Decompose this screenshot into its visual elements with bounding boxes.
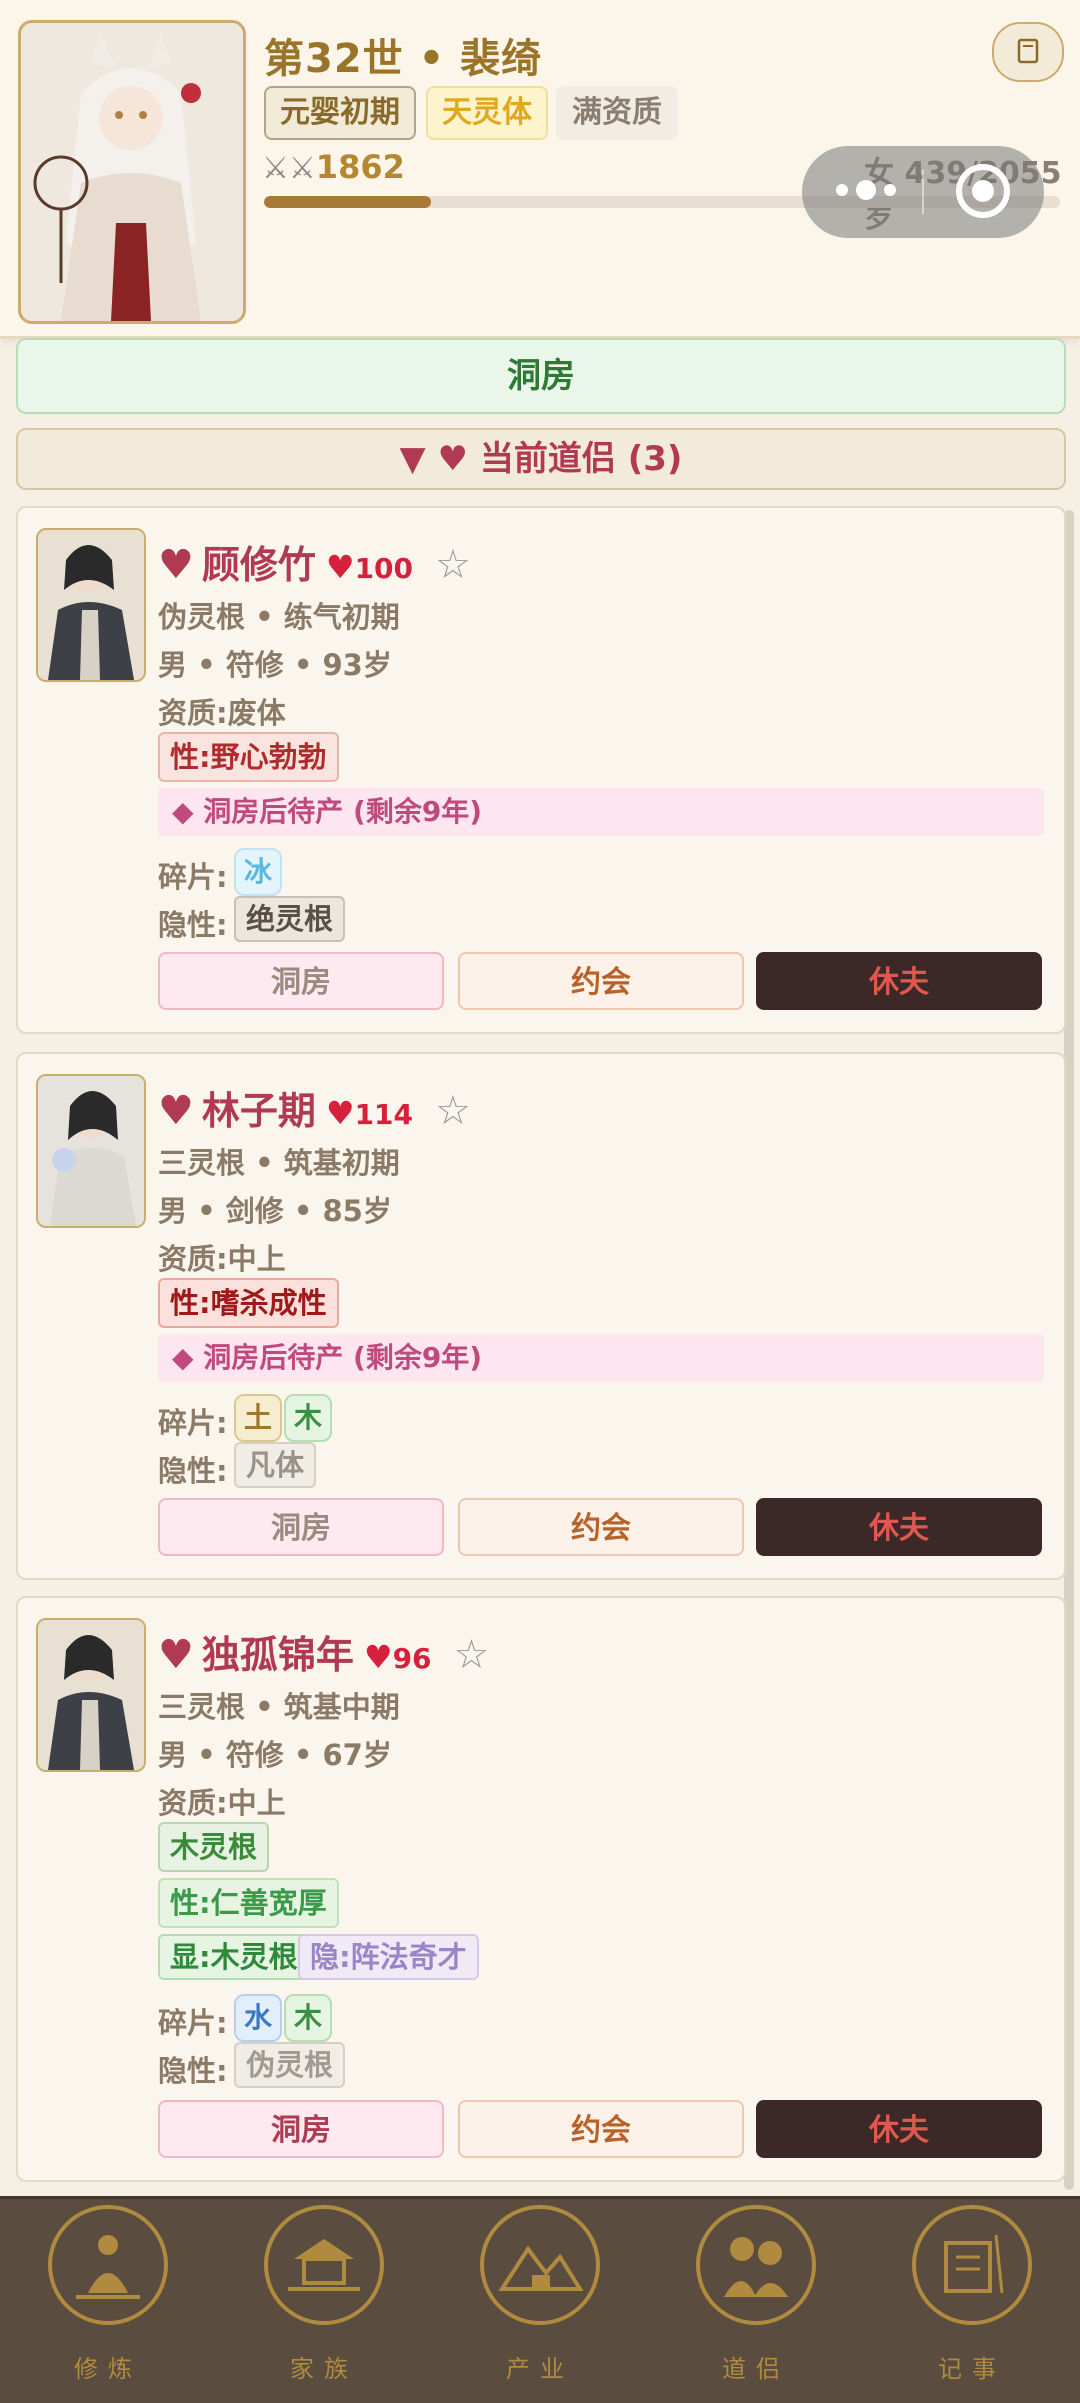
nav-label: 修炼 [74, 2355, 142, 2383]
mountain-icon [480, 2205, 600, 2325]
chamber-button[interactable]: 洞房 [158, 952, 444, 1010]
favorite-star-icon[interactable]: ☆ [435, 542, 471, 588]
chamber-button[interactable]: 洞房 [158, 1498, 444, 1556]
personality-tag: 性:嗜杀成性 [158, 1278, 339, 1328]
collapse-arrow-icon: ▼ [399, 439, 426, 479]
partner-card: ♥ 顾修竹 ♥100 ☆ 伪灵根 • 练气初期 男 • 符修 • 93岁 资质:废体 … [16, 506, 1066, 1034]
root-realm: 三灵根 • 筑基初期 [158, 1146, 400, 1180]
affection-heart-icon: ♥ [325, 548, 355, 586]
hidden-trait: 凡体 [234, 1442, 317, 1488]
power-value: 1862 [315, 148, 405, 186]
body-type-badge: 天灵体 [426, 86, 548, 140]
fragment-wood: 木 [284, 1394, 332, 1442]
affection-value: 114 [354, 1098, 414, 1131]
aptitude: 资质:废体 [158, 696, 286, 730]
nav-item-partners[interactable]: 道侣 [648, 2199, 864, 2403]
pregnancy-status: ◆ 洞房后待产 (剩余9年) [158, 788, 1044, 836]
partners-section-toggle[interactable]: ▼ ♥ 当前道侣 (3) [16, 428, 1066, 490]
partner-name: 独孤锦年 [201, 1633, 354, 1677]
favorite-star-icon[interactable]: ☆ [435, 1088, 471, 1134]
affection-value: 96 [392, 1642, 432, 1675]
spirit-root-tag: 木灵根 [158, 1822, 270, 1872]
date-button[interactable]: 约会 [458, 952, 744, 1010]
book-icon[interactable] [992, 22, 1064, 82]
nav-label: 家族 [290, 2355, 358, 2383]
pavilion-icon [264, 2205, 384, 2325]
nav-label: 产业 [506, 2355, 574, 2383]
section-title: 当前道侣 (3) [479, 439, 683, 479]
partner-name: 顾修竹 [201, 543, 316, 587]
partner-avatar[interactable] [36, 1074, 146, 1228]
heart-icon: ♥ [158, 1632, 194, 1678]
character-portrait[interactable] [18, 20, 246, 324]
close-target-icon[interactable] [956, 164, 1010, 218]
date-button[interactable]: 约会 [458, 2100, 744, 2158]
nav-item-records[interactable]: 记事 [864, 2199, 1080, 2403]
hidden-label: 隐性: [158, 2054, 228, 2088]
partner-card: ♥ 林子期 ♥114 ☆ 三灵根 • 筑基初期 男 • 剑修 • 85岁 资质:中上 … [16, 1052, 1066, 1580]
combat-power: ⚔⚔1862 [262, 148, 405, 186]
dominant-trait: 显:木灵根 [158, 1934, 310, 1980]
more-icon[interactable] [830, 166, 930, 218]
fragments-label: 碎片: [158, 860, 228, 894]
partner-name: 林子期 [201, 1089, 316, 1133]
nav-label: 记事 [938, 2355, 1006, 2383]
fragments-label: 碎片: [158, 1406, 228, 1440]
nav-item-family[interactable]: 家族 [216, 2199, 432, 2403]
sword-icon: ⚔⚔ [262, 151, 316, 186]
couple-icon [696, 2205, 816, 2325]
nav-item-industry[interactable]: 产业 [432, 2199, 648, 2403]
chamber-button[interactable]: 洞房 [16, 338, 1066, 414]
date-button[interactable]: 约会 [458, 1498, 744, 1556]
fragment-wood: 木 [284, 1994, 332, 2042]
affection-heart-icon: ♥ [363, 1638, 393, 1676]
partner-avatar[interactable] [36, 1618, 146, 1772]
hidden-trait: 绝灵根 [234, 896, 346, 942]
hidden-label: 隐性: [158, 1454, 228, 1488]
chamber-button[interactable]: 洞房 [158, 2100, 444, 2158]
realm-badge: 元婴初期 [264, 86, 416, 140]
nav-label: 道侣 [722, 2355, 790, 2383]
nav-item-cultivate[interactable]: 修炼 [0, 2199, 216, 2403]
divorce-button[interactable]: 休夫 [756, 952, 1042, 1010]
heart-icon: ♥ [158, 1088, 194, 1134]
divorce-button[interactable]: 休夫 [756, 2100, 1042, 2158]
divorce-button[interactable]: 休夫 [756, 1498, 1042, 1556]
affection-value: 100 [354, 552, 414, 585]
personality-tag: 性:野心勃勃 [158, 732, 339, 782]
scroll-icon [912, 2205, 1032, 2325]
gender-class-age: 男 • 符修 • 67岁 [158, 1738, 392, 1772]
aptitude: 资质:中上 [158, 1242, 286, 1276]
pregnancy-status: ◆ 洞房后待产 (剩余9年) [158, 1334, 1044, 1382]
personality-tag: 性:仁善宽厚 [158, 1878, 339, 1928]
hidden-trait: 伪灵根 [234, 2042, 346, 2088]
partner-name-row: ♥ 顾修竹 ♥100 ☆ [158, 534, 471, 589]
heart-icon: ♥ [437, 439, 469, 479]
fragment-ice: 冰 [234, 848, 282, 896]
aptitude-badge: 满资质 [556, 86, 678, 140]
gender-class-age: 男 • 剑修 • 85岁 [158, 1194, 392, 1228]
character-title: 第32世 • 裴绮 [264, 36, 543, 82]
lifespan-bar-fill [264, 196, 432, 208]
affection-heart-icon: ♥ [325, 1094, 355, 1132]
partner-avatar[interactable] [36, 528, 146, 682]
heart-icon: ♥ [158, 542, 194, 588]
gender-class-age: 男 • 符修 • 93岁 [158, 648, 392, 682]
recessive-trait: 隐:阵法奇才 [298, 1934, 479, 1980]
aptitude: 资质:中上 [158, 1786, 286, 1820]
hidden-label: 隐性: [158, 908, 228, 942]
fragment-earth: 土 [234, 1394, 282, 1442]
capsule-divider [922, 170, 924, 214]
bottom-navigation: 修炼 家族 产业 道侣 记事 [0, 2196, 1080, 2403]
partner-name-row: ♥ 独孤锦年 ♥96 ☆ [158, 1624, 489, 1679]
root-realm: 伪灵根 • 练气初期 [158, 600, 400, 634]
partner-name-row: ♥ 林子期 ♥114 ☆ [158, 1080, 471, 1135]
favorite-star-icon[interactable]: ☆ [454, 1632, 490, 1678]
partner-card: ♥ 独孤锦年 ♥96 ☆ 三灵根 • 筑基中期 男 • 符修 • 67岁 资质:中上 … [16, 1596, 1066, 2182]
fragments-label: 碎片: [158, 2006, 228, 2040]
root-realm: 三灵根 • 筑基中期 [158, 1690, 400, 1724]
fragment-water: 水 [234, 1994, 282, 2042]
meditation-icon [48, 2205, 168, 2325]
